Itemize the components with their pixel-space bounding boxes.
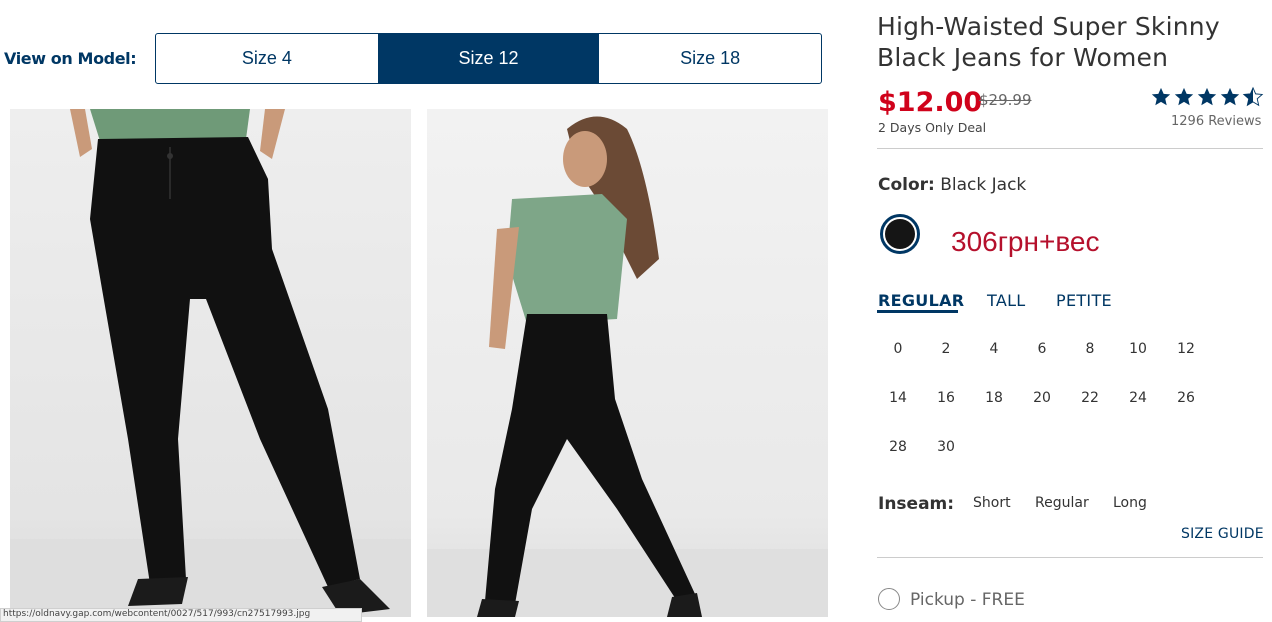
product-title: High-Waisted Super Skinny Black Jeans fo… (877, 11, 1267, 73)
star-icon (1151, 87, 1171, 106)
active-tab-underline (877, 310, 958, 313)
inseam-long[interactable]: Long (1113, 495, 1147, 511)
star-icon (1220, 87, 1240, 106)
size-guide-link[interactable]: SIZE GUIDE (1181, 526, 1264, 542)
size-option-28[interactable]: 28 (878, 439, 918, 455)
model-size-12-button[interactable]: Size 12 (377, 34, 600, 83)
product-photo-front[interactable] (10, 109, 411, 617)
product-title-line2: Black Jeans for Women (877, 43, 1169, 72)
size-option-6[interactable]: 6 (1022, 341, 1062, 357)
pickup-label[interactable]: Pickup - FREE (910, 590, 1025, 610)
original-price: $29.99 (979, 91, 1032, 109)
size-option-14[interactable]: 14 (878, 390, 918, 406)
size-option-0[interactable]: 0 (878, 341, 918, 357)
size-option-16[interactable]: 16 (926, 390, 966, 406)
color-label: Color: Black Jack (878, 175, 1026, 195)
status-bar-url: https://oldnavy.gap.com/webcontent/0027/… (0, 608, 362, 622)
size-option-26[interactable]: 26 (1166, 390, 1206, 406)
view-on-model-label: View on Model: (4, 49, 137, 68)
size-option-22[interactable]: 22 (1070, 390, 1110, 406)
product-photo-back[interactable] (427, 109, 828, 617)
inseam-short[interactable]: Short (973, 495, 1011, 511)
pickup-radio[interactable] (878, 588, 900, 610)
size-option-10[interactable]: 10 (1118, 341, 1158, 357)
divider (877, 557, 1263, 558)
half-star-icon (1242, 86, 1264, 107)
model-size-4-button[interactable]: Size 4 (156, 34, 378, 83)
divider (877, 148, 1263, 149)
size-option-20[interactable]: 20 (1022, 390, 1062, 406)
model-size-18-button[interactable]: Size 18 (599, 34, 821, 83)
color-value: Black Jack (940, 175, 1027, 195)
tab-regular[interactable]: REGULAR (878, 291, 964, 310)
size-option-30[interactable]: 30 (926, 439, 966, 455)
size-option-2[interactable]: 2 (926, 341, 966, 357)
size-option-18[interactable]: 18 (974, 390, 1014, 406)
swatch-fill (885, 219, 915, 249)
size-option-24[interactable]: 24 (1118, 390, 1158, 406)
size-option-4[interactable]: 4 (974, 341, 1014, 357)
color-swatch-black-jack[interactable] (880, 214, 920, 254)
product-title-line1: High-Waisted Super Skinny (877, 12, 1220, 41)
tab-tall[interactable]: TALL (987, 291, 1026, 310)
inseam-regular[interactable]: Regular (1035, 495, 1089, 511)
deal-text: 2 Days Only Deal (878, 120, 987, 135)
inseam-label: Inseam: (878, 494, 955, 514)
size-option-8[interactable]: 8 (1070, 341, 1110, 357)
star-icon (1197, 87, 1217, 106)
color-label-prefix: Color: (878, 175, 935, 195)
sale-price: $12.00 (878, 87, 983, 118)
star-icon (1174, 87, 1194, 106)
model-front-illustration (10, 109, 411, 617)
reviews-count[interactable]: 1296 Reviews (1171, 114, 1261, 129)
model-back-illustration (427, 116, 828, 617)
size-option-12[interactable]: 12 (1166, 341, 1206, 357)
overlay-price-note: 306грн+вес (951, 226, 1100, 257)
tab-petite[interactable]: PETITE (1056, 291, 1112, 310)
model-size-toggle: Size 4 Size 12 Size 18 (155, 33, 822, 84)
rating-stars[interactable] (1150, 86, 1264, 108)
